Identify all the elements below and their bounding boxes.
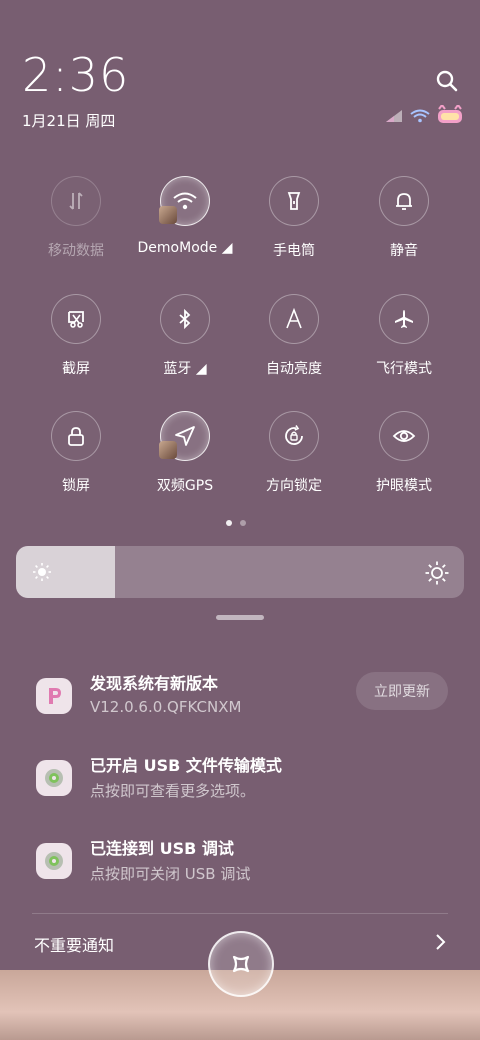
tile-rotation-lock[interactable]: 方向锁定	[244, 411, 344, 495]
tile-mobile-data[interactable]: 移动数据	[26, 176, 126, 260]
avatar	[159, 206, 177, 224]
bell-icon	[379, 176, 429, 226]
tile-airplane[interactable]: 飞行模式	[354, 294, 454, 378]
tile-label: 静音	[390, 243, 418, 259]
divider	[32, 913, 448, 914]
tile-label: 自动亮度	[266, 361, 322, 377]
tile-label: 手电筒	[273, 243, 315, 259]
brightness-slider[interactable]	[16, 546, 464, 598]
battery-icon	[436, 103, 464, 129]
close-icon	[232, 955, 250, 973]
page-dot[interactable]	[240, 520, 246, 526]
tile-label: DemoMode ◢	[137, 240, 233, 256]
bluetooth-icon	[160, 294, 210, 344]
tile-label: 锁屏	[62, 478, 90, 494]
clear-all-button[interactable]	[208, 931, 274, 997]
lock-icon	[51, 411, 101, 461]
rotation-lock-icon	[269, 411, 319, 461]
signal-icon	[384, 108, 404, 127]
android-system-icon	[36, 843, 72, 879]
notification-title: 发现系统有新版本	[90, 674, 219, 693]
flashlight-icon	[269, 176, 319, 226]
tile-label: 方向锁定	[266, 478, 322, 494]
brightness-low-icon	[30, 560, 54, 588]
airplane-icon	[379, 294, 429, 344]
page-dot-active	[226, 520, 232, 526]
tile-label: 截屏	[62, 361, 90, 377]
panel-drag-handle[interactable]	[216, 615, 264, 620]
notification-title: 已连接到 USB 调试	[90, 839, 234, 858]
brightness-high-icon	[424, 560, 450, 590]
notification-usb-debugging[interactable]: 已连接到 USB 调试 点按即可关闭 USB 调试	[0, 829, 480, 899]
tile-label: 护眼模式	[376, 478, 432, 494]
date-label: 1月21日 周四	[22, 112, 116, 130]
page-indicator	[226, 520, 246, 526]
search-icon[interactable]	[434, 68, 460, 94]
tile-gps[interactable]: 双频GPS	[135, 411, 235, 495]
android-system-icon	[36, 760, 72, 796]
tile-bluetooth[interactable]: 蓝牙 ◢	[135, 294, 235, 378]
screenshot-icon	[51, 294, 101, 344]
minor-notifications-link[interactable]: 不重要通知	[34, 932, 114, 956]
tile-label: 飞行模式	[376, 361, 432, 377]
update-now-button[interactable]: 立即更新	[356, 672, 448, 710]
avatar	[159, 441, 177, 459]
updater-app-icon	[36, 678, 72, 714]
status-icons	[384, 103, 464, 129]
notification-subtitle: V12.0.6.0.QFKCNXM	[90, 698, 242, 716]
chevron-right-icon[interactable]	[432, 932, 448, 956]
tile-lock-screen[interactable]: 锁屏	[26, 411, 126, 495]
tile-label: 移动数据	[48, 243, 104, 259]
tile-wifi[interactable]: DemoMode ◢	[135, 176, 235, 256]
wifi-status-icon	[410, 108, 430, 127]
tile-label: 蓝牙 ◢	[163, 361, 207, 377]
notification-subtitle: 点按即可查看更多选项。	[90, 782, 256, 800]
tile-auto-brightness[interactable]: 自动亮度	[244, 294, 344, 378]
notification-usb-transfer[interactable]: 已开启 USB 文件传输模式 点按即可查看更多选项。	[0, 746, 480, 816]
mobile-data-icon	[51, 176, 101, 226]
tile-label: 双频GPS	[156, 478, 214, 494]
notification-title: 已开启 USB 文件传输模式	[90, 756, 282, 775]
tile-eye-care[interactable]: 护眼模式	[354, 411, 454, 495]
tile-flashlight[interactable]: 手电筒	[244, 176, 344, 260]
tile-screenshot[interactable]: 截屏	[26, 294, 126, 378]
tile-silent[interactable]: 静音	[354, 176, 454, 260]
clock: 2:36	[22, 48, 130, 102]
auto-brightness-icon	[269, 294, 319, 344]
eye-icon	[379, 411, 429, 461]
notification-subtitle: 点按即可关闭 USB 调试	[90, 865, 251, 883]
